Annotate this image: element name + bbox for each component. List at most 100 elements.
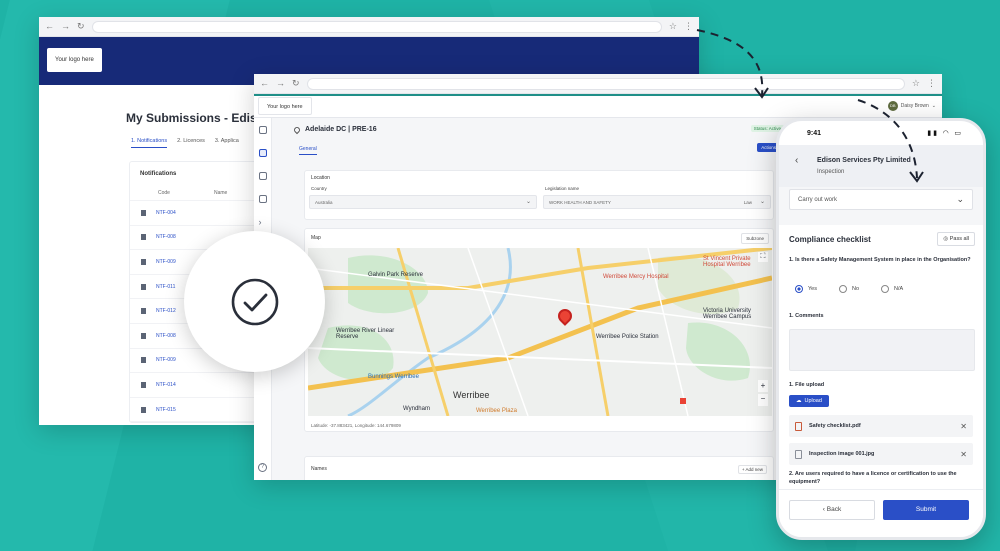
radio-yes[interactable]: Yes xyxy=(795,285,817,293)
chevron-down-icon: ⌄ xyxy=(759,199,765,205)
radio-na[interactable]: N/A xyxy=(881,285,903,293)
upload-button[interactable]: ☁ Upload xyxy=(789,395,829,407)
cloud-upload-icon: ☁ xyxy=(796,398,802,404)
radio-label: Yes xyxy=(808,286,817,292)
chevron-right-icon[interactable]: › xyxy=(259,218,267,227)
coordinates-text: Latitude: -37.883421, Longitude: 144.679… xyxy=(311,423,401,428)
file-item: Inspection image 001.jpg ✕ xyxy=(789,443,973,465)
more-menu-icon[interactable]: ⋮ xyxy=(684,22,693,31)
reload-icon[interactable]: ↻ xyxy=(77,22,85,31)
column-code[interactable]: Code xyxy=(158,190,170,196)
add-new-button[interactable]: + Add new xyxy=(737,465,767,474)
zoom-in-button[interactable]: + xyxy=(758,380,768,392)
calendar-icon[interactable] xyxy=(258,172,267,180)
map-panel: Map Subzone Galvin Park Reserve Werribee… xyxy=(304,228,774,432)
panel-title: Location xyxy=(311,175,330,181)
app-header: Your logo here DB Daisy Brown ⌄ xyxy=(254,94,942,118)
reload-icon[interactable]: ↻ xyxy=(292,79,300,88)
help-icon[interactable]: ? xyxy=(258,463,267,472)
map-view[interactable]: Galvin Park Reserve Werribee Mercy Hospi… xyxy=(308,248,772,416)
mobile-device: 9:41 ▮▮ ◠ ▭ ‹ Edison Services Pty Limite… xyxy=(776,118,986,540)
radio-no[interactable]: No xyxy=(838,285,859,293)
star-icon[interactable]: ☆ xyxy=(669,22,677,31)
work-type-select[interactable]: Carry out work ⌄ xyxy=(789,189,973,210)
location-pin-icon xyxy=(292,125,302,134)
legislation-label: Legislation name xyxy=(545,186,580,191)
chevron-down-icon: ⌄ xyxy=(931,103,936,109)
logo-placeholder[interactable]: Your logo here xyxy=(258,97,312,115)
location-panel: Location Country Australia ⌄ Legislation… xyxy=(304,170,774,220)
file-item: Safety checklist.pdf ✕ xyxy=(789,415,973,437)
document-icon xyxy=(141,381,146,388)
back-arrow-icon[interactable]: ← xyxy=(260,79,269,88)
answer-radios: Yes No N/A xyxy=(795,285,903,293)
clock: 9:41 xyxy=(807,129,822,137)
more-menu-icon[interactable]: ⋮ xyxy=(927,79,936,88)
row-code[interactable]: NTF-008 xyxy=(156,333,176,339)
legislation-value: WORK HEALTH AND SAFETY xyxy=(549,200,611,205)
question-1: 1. Is there a Safety Management System i… xyxy=(789,257,971,263)
forward-arrow-icon[interactable]: → xyxy=(276,79,285,88)
close-icon[interactable]: ✕ xyxy=(960,450,967,459)
star-icon[interactable]: ☆ xyxy=(912,79,920,88)
row-code[interactable]: NTF-014 xyxy=(156,382,176,388)
status-bar: 9:41 ▮▮ ◠ ▭ xyxy=(779,121,983,145)
success-badge xyxy=(184,231,325,372)
row-code[interactable]: NTF-004 xyxy=(156,210,176,216)
map-label: Werribee Police Station xyxy=(596,334,659,340)
comments-textarea[interactable] xyxy=(789,329,975,371)
checkmark-circle-icon xyxy=(231,278,278,325)
document-icon xyxy=(141,357,146,364)
radio-label: N/A xyxy=(894,286,904,292)
address-bar[interactable] xyxy=(91,20,662,33)
forward-arrow-icon[interactable]: → xyxy=(61,22,70,31)
pass-all-button[interactable]: ◎ Pass all xyxy=(937,232,975,246)
header-title: Edison Services Pty Limited xyxy=(817,157,911,164)
logo-placeholder[interactable]: Your logo here xyxy=(47,48,102,72)
row-code[interactable]: NTF-009 xyxy=(156,259,176,265)
checklist-title: Compliance checklist xyxy=(789,235,871,244)
fullscreen-icon[interactable]: ⛶ xyxy=(758,252,768,262)
map-label: Werribee Plaza xyxy=(476,408,517,414)
signal-battery-icon: ▮▮ ◠ ▭ xyxy=(927,130,963,137)
row-code[interactable]: NTF-009 xyxy=(156,357,176,363)
avatar: DB xyxy=(887,101,898,111)
header-subtitle: Inspection xyxy=(817,169,845,175)
zoom-out-button[interactable]: − xyxy=(758,394,768,406)
back-chevron-icon[interactable]: ‹ xyxy=(795,155,798,166)
close-icon[interactable]: ✕ xyxy=(960,422,967,431)
pdf-file-icon xyxy=(795,421,802,431)
upload-label: Upload xyxy=(804,398,822,404)
document-icon xyxy=(141,258,146,265)
tab-applications[interactable]: 3. Applica xyxy=(215,138,239,148)
map-label: Werribee Mercy Hospital xyxy=(603,274,669,280)
back-arrow-icon[interactable]: ← xyxy=(45,22,54,31)
user-name: Daisy Brown xyxy=(900,103,929,109)
map-label: Bunnings Werribee xyxy=(368,374,419,380)
tab-licences[interactable]: 2. Licences xyxy=(177,138,205,148)
row-code[interactable]: NTF-011 xyxy=(156,284,175,290)
column-name[interactable]: Name xyxy=(214,190,227,196)
document-icon xyxy=(141,332,146,339)
add-circle-icon[interactable] xyxy=(258,195,267,203)
subzone-button[interactable]: Subzone xyxy=(741,233,769,244)
map-label: Werribee xyxy=(453,390,490,400)
history-icon[interactable] xyxy=(258,149,267,157)
document-icon xyxy=(141,308,146,315)
file-name: Safety checklist.pdf xyxy=(809,423,861,429)
legislation-select[interactable]: WORK HEALTH AND SAFETY Law ⌄ xyxy=(543,195,771,209)
submit-button[interactable]: Submit xyxy=(883,500,969,520)
address-bar[interactable] xyxy=(306,77,905,90)
select-value: Carry out work xyxy=(798,197,838,203)
row-code[interactable]: NTF-015 xyxy=(156,407,176,413)
user-menu[interactable]: DB Daisy Brown ⌄ xyxy=(887,101,936,111)
search-icon[interactable] xyxy=(258,126,267,134)
page-title: Adelaide DC | PRE-16 xyxy=(305,126,377,133)
tab-general[interactable]: General xyxy=(299,146,317,155)
row-code[interactable]: NTF-012 xyxy=(156,308,176,314)
row-code[interactable]: NTF-008 xyxy=(156,234,176,240)
country-select[interactable]: Australia ⌄ xyxy=(309,195,537,209)
tab-notifications[interactable]: 1. Notifications xyxy=(131,138,168,148)
back-button[interactable]: ‹ Back xyxy=(789,500,875,520)
back-label: Back xyxy=(826,506,842,513)
